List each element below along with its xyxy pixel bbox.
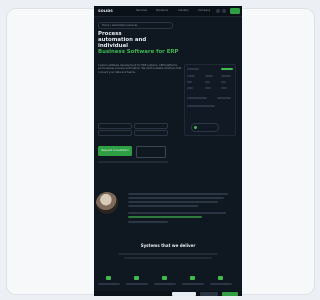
nav-cta-button[interactable] — [230, 8, 240, 14]
search-icon[interactable] — [222, 9, 226, 13]
cookie-settings-button[interactable] — [200, 292, 218, 296]
hero-lead: Custom software development for ERP syst… — [98, 64, 182, 74]
system-icon — [106, 276, 111, 280]
feature-tag — [98, 130, 132, 136]
hero-title-highlight: Business Software for ERP — [98, 49, 179, 56]
section-subtitle — [118, 253, 218, 255]
quote-line — [128, 193, 228, 195]
system-item[interactable] — [182, 276, 204, 290]
panel-row — [187, 81, 233, 85]
cookie-accept-button[interactable] — [172, 292, 196, 296]
panel-row — [187, 68, 233, 72]
section-subtitle — [124, 257, 212, 259]
quote-highlight — [128, 216, 202, 218]
cookie-ok-button[interactable] — [222, 292, 238, 296]
nav-link-4[interactable]: Company — [198, 9, 210, 13]
hero-dashboard-panel — [184, 64, 236, 136]
system-label — [98, 283, 120, 285]
panel-row — [187, 97, 233, 101]
breadcrumb[interactable]: Home / Automation services — [98, 22, 173, 29]
panel-row — [187, 87, 233, 91]
website-screenshot: SOLIDS Services Solutions Industry Compa… — [94, 6, 242, 296]
system-item[interactable] — [210, 276, 232, 290]
cta-note — [98, 161, 168, 163]
nav-link-3[interactable]: Industry — [178, 9, 189, 13]
nav-link-2[interactable]: Solutions — [156, 9, 168, 13]
quote-line — [128, 205, 198, 207]
system-item[interactable] — [98, 276, 120, 290]
top-navigation: SOLIDS Services Solutions Industry Compa… — [94, 6, 242, 17]
system-label — [182, 283, 204, 285]
nav-link-1[interactable]: Services — [136, 9, 147, 13]
site-logo[interactable]: SOLIDS — [98, 9, 113, 13]
cookie-bar — [94, 291, 242, 296]
section-title: Systems that we deliver — [140, 243, 196, 248]
status-dot-icon — [194, 126, 197, 129]
panel-row — [187, 75, 233, 79]
feature-tag — [98, 123, 132, 129]
quote-author — [128, 221, 168, 223]
testimonial-photo — [96, 192, 118, 214]
language-icon[interactable] — [216, 9, 220, 13]
system-icon — [218, 276, 223, 280]
feature-tag — [134, 123, 168, 129]
system-label — [210, 283, 232, 285]
panel-status-chip[interactable] — [191, 123, 219, 132]
system-label — [126, 283, 148, 285]
quote-line — [128, 197, 224, 199]
system-item[interactable] — [154, 276, 176, 290]
feature-tag — [134, 130, 168, 136]
system-icon — [134, 276, 139, 280]
quote-line — [128, 212, 226, 214]
system-icon — [190, 276, 195, 280]
system-item[interactable] — [126, 276, 148, 290]
quote-line — [128, 201, 218, 203]
hero-title: Process automation and individual Busine… — [98, 31, 184, 55]
secondary-cta-button[interactable] — [136, 146, 166, 158]
primary-cta-button[interactable]: Request consultation — [98, 146, 132, 156]
panel-row — [187, 105, 233, 109]
system-label — [154, 283, 176, 285]
system-icon — [162, 276, 167, 280]
